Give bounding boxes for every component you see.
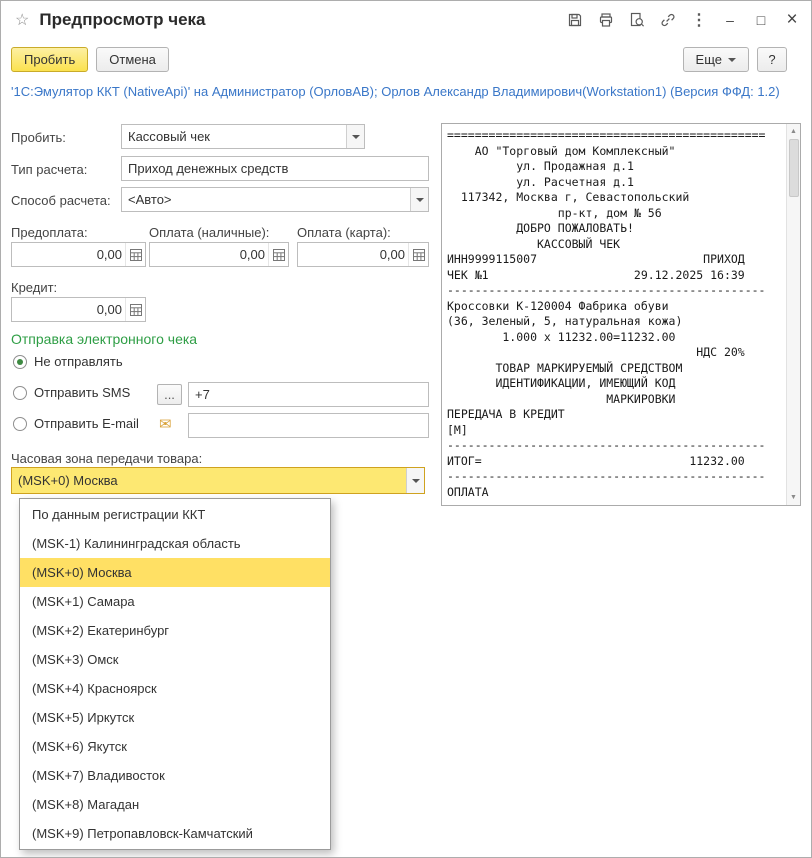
calculator-icon[interactable] [125, 298, 145, 321]
timezone-option[interactable]: (MSK+0) Москва [20, 558, 330, 587]
print-icon[interactable] [597, 11, 615, 29]
payment-card-input[interactable] [298, 243, 408, 266]
prepayment-input[interactable] [12, 243, 125, 266]
sms-phone-field [188, 382, 429, 407]
operation-dropdown-button[interactable] [346, 125, 364, 148]
eticket-group-title: Отправка электронного чека [11, 331, 198, 347]
sms-phone-input[interactable] [189, 383, 428, 406]
favorite-star-icon[interactable]: ☆ [15, 10, 29, 30]
radio-send-email-label[interactable]: Отправить E-mail [34, 416, 139, 431]
timezone-dropdown-button[interactable] [406, 468, 424, 493]
timezone-dropdown-list: По данным регистрации ККТ (MSK-1) Калинин… [19, 498, 331, 850]
calculator-icon[interactable] [268, 243, 288, 266]
prepayment-field [11, 242, 146, 267]
receipt-preview-panel: ========================================… [441, 123, 801, 506]
prepayment-label: Предоплата: [11, 225, 88, 240]
timezone-option[interactable]: (MSK+5) Иркутск [20, 703, 330, 732]
receipt-text: ========================================… [447, 128, 766, 499]
calc-method-input[interactable] [122, 188, 410, 211]
device-info-text: '1С:Эмулятор ККТ (NativeApi)' на Админис… [11, 84, 780, 99]
operation-input[interactable] [122, 125, 346, 148]
radio-button-icon[interactable] [13, 385, 27, 400]
minimize-icon[interactable]: – [721, 11, 739, 29]
calculator-icon[interactable] [125, 243, 145, 266]
chevron-down-icon [728, 57, 736, 62]
timezone-option[interactable]: (MSK+3) Омск [20, 645, 330, 674]
timezone-option[interactable]: (MSK+1) Самара [20, 587, 330, 616]
radio-do-not-send[interactable]: Не отправлять [13, 354, 123, 369]
timezone-option[interactable]: (MSK+8) Магадан [20, 790, 330, 819]
timezone-value: (MSK+0) Москва [12, 468, 406, 493]
more-vert-icon[interactable]: ⋮ [690, 11, 708, 29]
calculator-icon[interactable] [408, 243, 428, 266]
titlebar-icons: ⋮ – □ × [566, 9, 801, 30]
timezone-option[interactable]: (MSK+7) Владивосток [20, 761, 330, 790]
payment-card-field [297, 242, 429, 267]
scrollbar-thumb[interactable] [788, 139, 799, 197]
titlebar: ☆ Предпросмотр чека ⋮ – □ × [1, 1, 811, 39]
timezone-label: Часовая зона передачи товара: [11, 451, 203, 466]
credit-field [11, 297, 146, 322]
window-title: Предпросмотр чека [39, 10, 206, 29]
command-bar: Пробить Отмена Еще ? [1, 46, 811, 73]
operation-field [121, 124, 365, 149]
radio-do-not-send-label[interactable]: Не отправлять [34, 354, 123, 369]
receipt-preview-window: ☆ Предпросмотр чека ⋮ – □ × Пробить Отме… [0, 0, 812, 858]
chevron-down-icon [411, 478, 420, 483]
credit-input[interactable] [12, 298, 125, 321]
radio-send-sms[interactable]: Отправить SMS [13, 385, 130, 400]
help-button[interactable]: ? [757, 47, 787, 72]
calc-method-dropdown-button[interactable] [410, 188, 428, 211]
radio-button-icon[interactable] [13, 354, 27, 369]
calc-type-label: Тип расчета: [11, 162, 88, 177]
payment-card-label: Оплата (карта): [297, 225, 391, 240]
more-button[interactable]: Еще [682, 47, 749, 72]
cancel-button[interactable]: Отмена [96, 47, 169, 72]
timezone-option[interactable]: (MSK+2) Екатеринбург [20, 616, 330, 645]
scroll-up-icon[interactable]: ▲ [787, 125, 800, 138]
timezone-option[interactable]: (MSK-1) Калининградская область [20, 529, 330, 558]
more-button-label: Еще [695, 52, 722, 67]
timezone-option[interactable]: По данным регистрации ККТ [20, 500, 330, 529]
credit-label: Кредит: [11, 280, 58, 295]
radio-send-email[interactable]: Отправить E-mail [13, 416, 139, 431]
commit-button[interactable]: Пробить [11, 47, 89, 72]
envelope-icon[interactable]: ✉ [159, 415, 172, 433]
email-input[interactable] [189, 414, 428, 437]
sms-options-button[interactable]: ... [157, 384, 182, 405]
calc-type-input[interactable] [122, 157, 428, 180]
radio-button-icon[interactable] [13, 416, 27, 431]
payment-cash-input[interactable] [150, 243, 268, 266]
save-icon[interactable] [566, 11, 584, 29]
email-field [188, 413, 429, 438]
timezone-option[interactable]: (MSK+9) Петропавловск-Камчатский [20, 819, 330, 848]
calc-method-label: Способ расчета: [11, 193, 111, 208]
receipt-scrollbar[interactable]: ▲ ▼ [786, 124, 800, 505]
calc-method-field [121, 187, 429, 212]
payment-cash-field [149, 242, 289, 267]
chevron-down-icon [415, 197, 424, 202]
calc-type-field [121, 156, 429, 181]
payment-cash-label: Оплата (наличные): [149, 225, 270, 240]
chevron-down-icon [351, 134, 360, 139]
timezone-option[interactable]: (MSK+4) Красноярск [20, 674, 330, 703]
timezone-combobox[interactable]: (MSK+0) Москва [11, 467, 425, 494]
print-preview-icon[interactable] [628, 11, 646, 29]
get-link-icon[interactable] [659, 11, 677, 29]
timezone-option[interactable]: (MSK+6) Якутск [20, 732, 330, 761]
radio-send-sms-label[interactable]: Отправить SMS [34, 385, 130, 400]
scroll-down-icon[interactable]: ▼ [787, 491, 800, 504]
close-icon[interactable]: × [783, 9, 801, 30]
operation-label: Пробить: [11, 130, 66, 145]
maximize-icon[interactable]: □ [752, 11, 770, 29]
